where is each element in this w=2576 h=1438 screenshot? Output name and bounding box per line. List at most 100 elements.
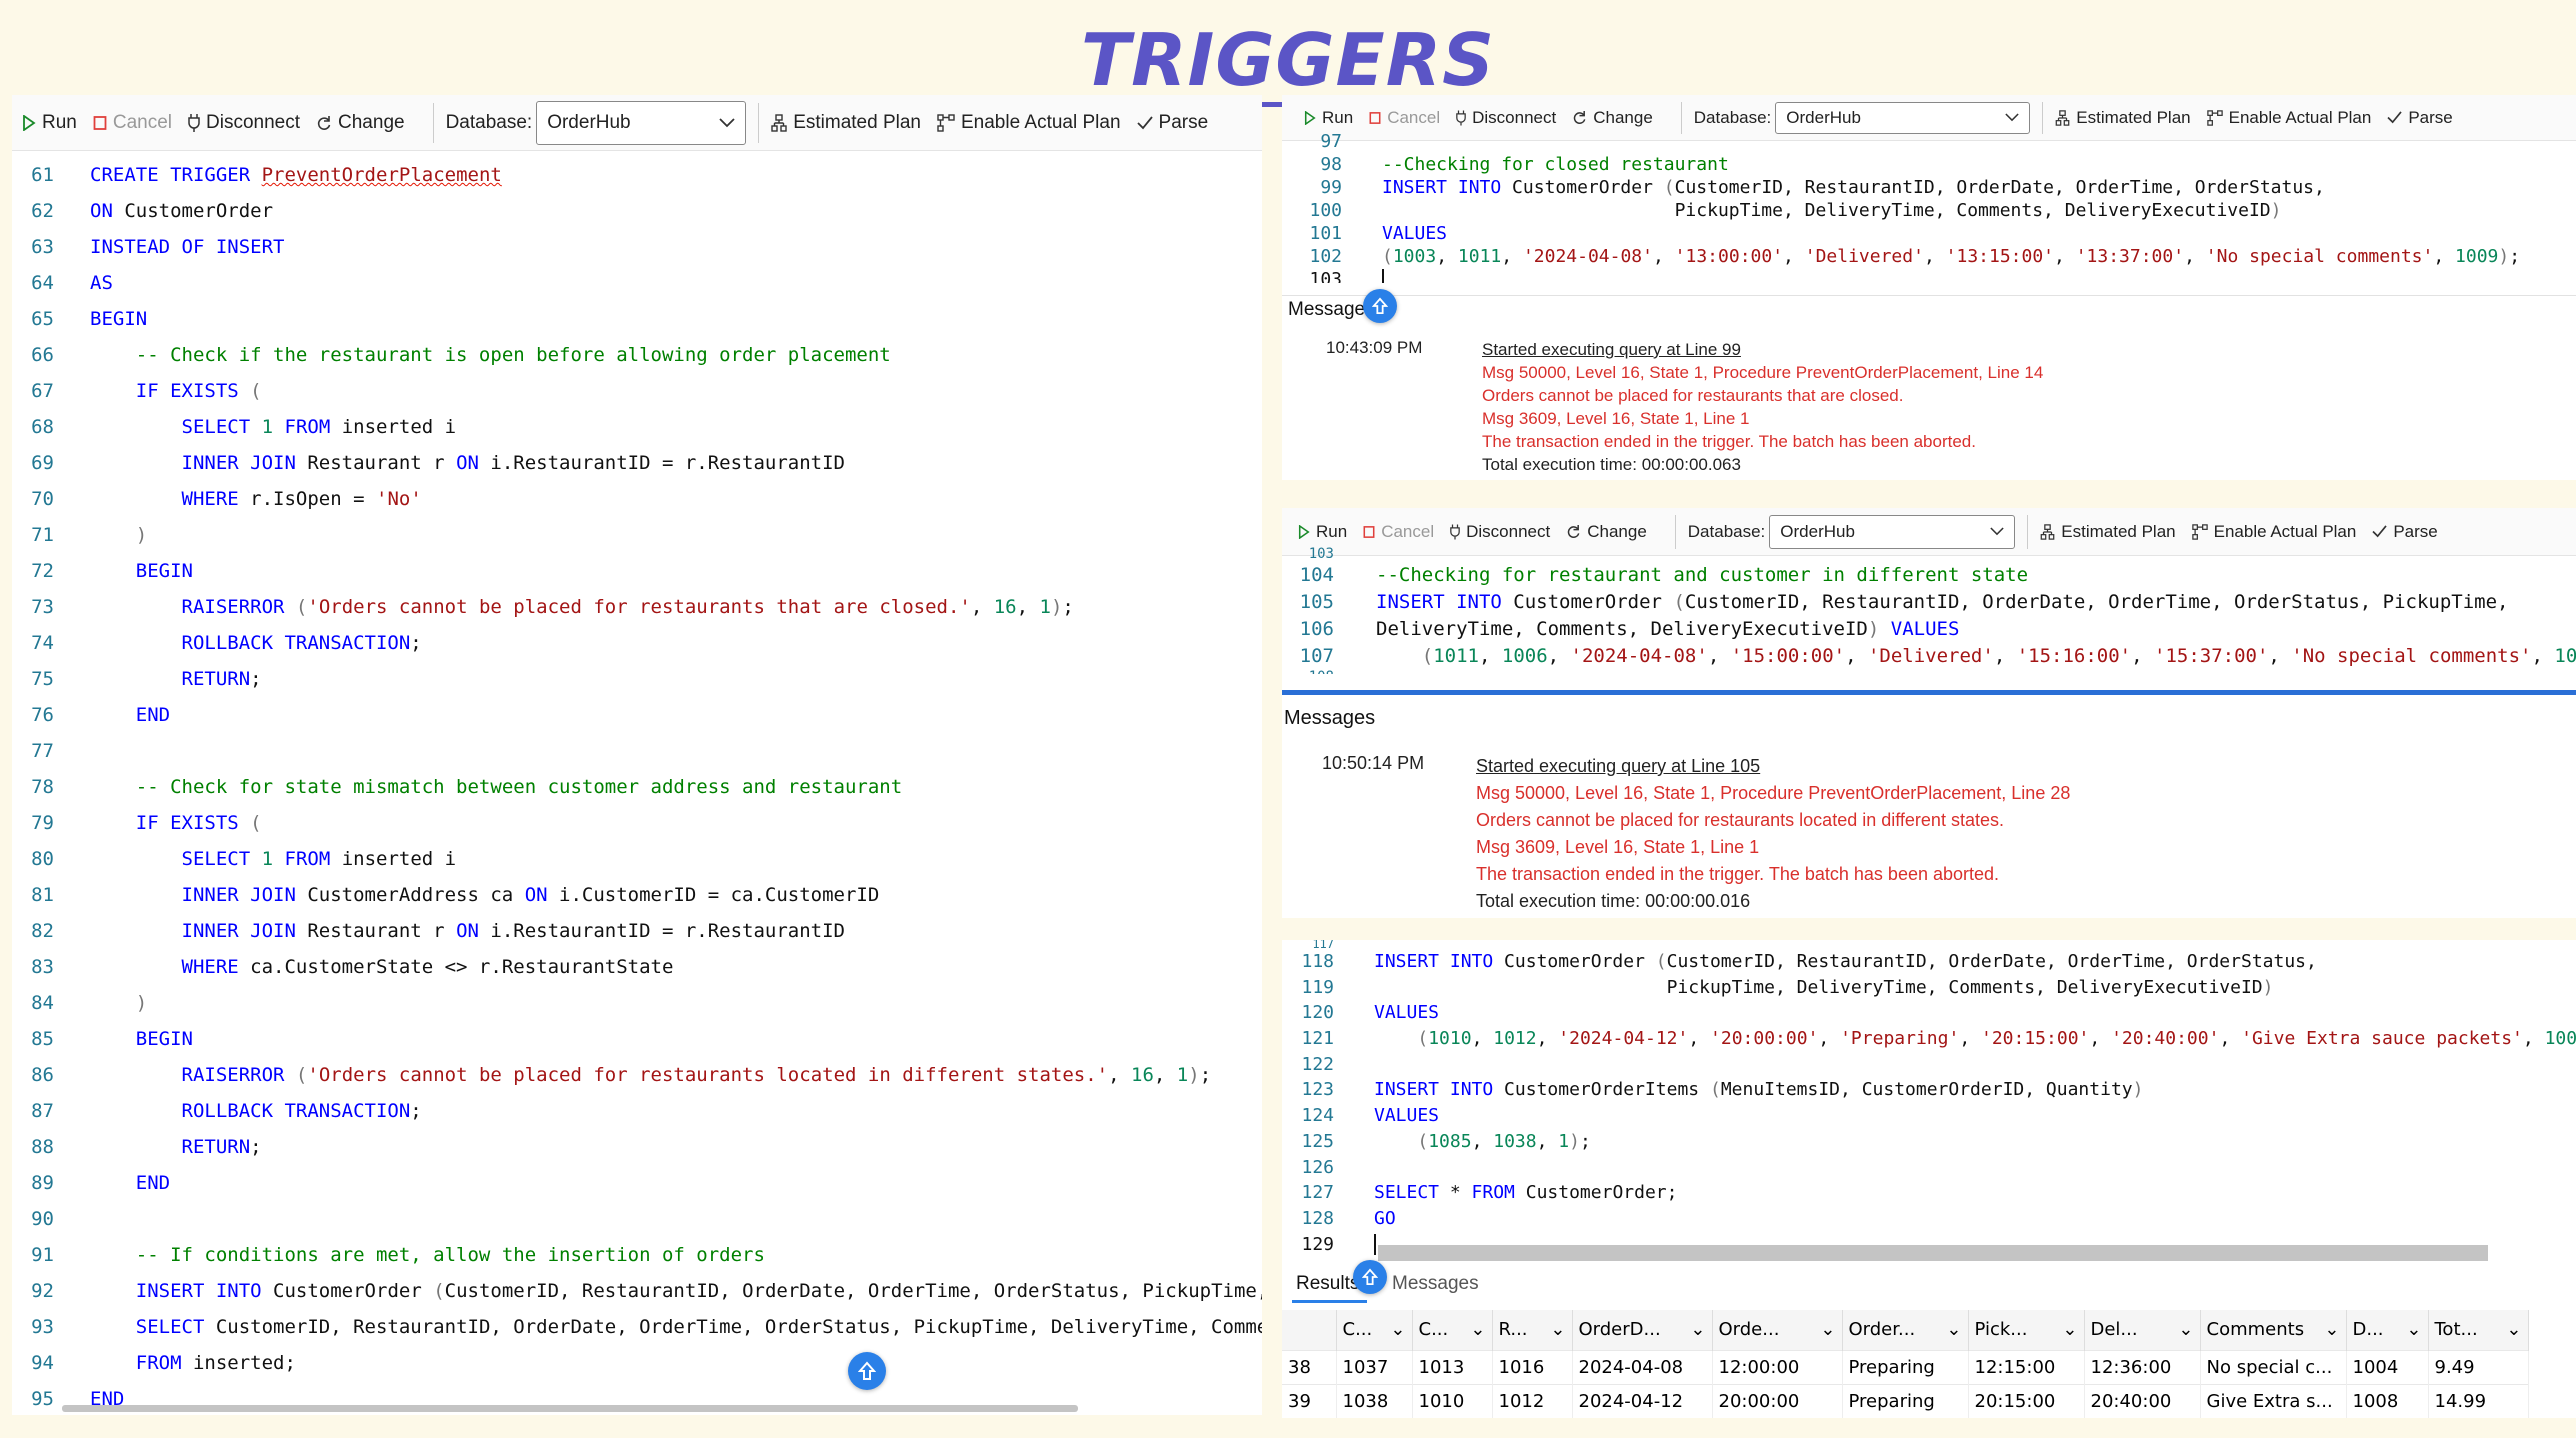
table-cell[interactable]: 1008: [2346, 1384, 2429, 1418]
arrow-up-icon: [1372, 297, 1388, 314]
table-cell[interactable]: 2024-04-12: [1572, 1384, 1713, 1418]
messages-tab[interactable]: Messages: [1392, 1273, 1479, 1295]
chevron-down-icon[interactable]: ⌄: [2178, 1319, 2193, 1340]
chevron-down-icon[interactable]: ⌄: [1390, 1319, 1405, 1340]
column-header[interactable]: Order... ⌄: [1842, 1310, 1969, 1350]
estimated-plan-button[interactable]: Estimated Plan: [2040, 522, 2176, 542]
table-cell[interactable]: 12:00:00: [1712, 1350, 1843, 1384]
table-row[interactable]: 39 1038 1010 1012 2024-04-12 20:00:00 Pr…: [1282, 1384, 2529, 1418]
results-grid[interactable]: C... ⌄ C... ⌄ R... ⌄ OrderD... ⌄ Orde... ⌄ Or…: [1282, 1310, 2576, 1418]
run-button[interactable]: Run: [1304, 108, 1353, 128]
database-select[interactable]: OrderHub: [1769, 514, 2016, 549]
database-select[interactable]: OrderHub: [1775, 101, 2031, 134]
code-line: 125 (1085, 1038, 1);: [1301, 1130, 1591, 1152]
chevron-down-icon[interactable]: ⌄: [2324, 1319, 2339, 1340]
estimated-plan-button[interactable]: Estimated Plan: [771, 112, 921, 134]
scroll-to-top-button[interactable]: [1363, 289, 1397, 323]
cancel-button[interactable]: Cancel: [93, 112, 172, 134]
table-cell[interactable]: 20:00:00: [1712, 1384, 1843, 1418]
column-header[interactable]: Del... ⌄: [2084, 1310, 2201, 1350]
chevron-down-icon[interactable]: ⌄: [2406, 1319, 2421, 1340]
table-cell[interactable]: 1038: [1336, 1384, 1413, 1418]
chevron-down-icon[interactable]: ⌄: [1820, 1319, 1835, 1340]
parse-button[interactable]: Parse: [2372, 522, 2438, 542]
right-code-editor-2[interactable]: 103 104 --Checking for restaurant and cus…: [1282, 546, 2576, 674]
column-header[interactable]: Pick... ⌄: [1968, 1310, 2085, 1350]
column-header[interactable]: C... ⌄: [1412, 1310, 1493, 1350]
table-cell[interactable]: 12:15:00: [1968, 1350, 2085, 1384]
change-connection-button[interactable]: Change: [316, 112, 405, 134]
table-cell[interactable]: 14.99: [2428, 1384, 2529, 1418]
scroll-to-top-button[interactable]: [1353, 1260, 1387, 1294]
table-cell[interactable]: 1016: [1492, 1350, 1573, 1384]
table-cell[interactable]: 1004: [2346, 1350, 2429, 1384]
right-code-editor-1[interactable]: 97 98 --Checking for closed restaurant 99…: [1282, 131, 2576, 283]
table-cell[interactable]: 1013: [1412, 1350, 1493, 1384]
change-connection-button[interactable]: Change: [1566, 522, 1647, 542]
left-code-editor[interactable]: 61 CREATE TRIGGER PreventOrderPlacement 6…: [12, 151, 1262, 1415]
message-error-line: The transaction ended in the trigger. Th…: [1476, 864, 2000, 884]
enable-actual-plan-button[interactable]: Enable Actual Plan: [937, 112, 1121, 134]
table-cell[interactable]: Preparing: [1842, 1384, 1969, 1418]
code-line: 97: [1320, 131, 1342, 152]
change-connection-button[interactable]: Change: [1572, 108, 1653, 128]
results-tab[interactable]: Results: [1296, 1273, 1359, 1295]
table-row[interactable]: 38 1037 1013 1016 2024-04-08 12:00:00 Pr…: [1282, 1350, 2529, 1384]
messages-tab[interactable]: Messages: [1284, 707, 1375, 730]
code-line: 83 WHERE ca.CustomerState <> r.Restauran…: [31, 956, 674, 978]
cancel-button[interactable]: Cancel: [1363, 522, 1434, 542]
code-line: 122: [1301, 1053, 1334, 1075]
plan-icon: [771, 113, 787, 132]
database-select[interactable]: OrderHub: [536, 100, 747, 145]
column-header[interactable]: Tot... ⌄: [2428, 1310, 2529, 1350]
right-code-editor-3[interactable]: 117 118 INSERT INTO CustomerOrder (Custom…: [1282, 940, 2576, 1258]
table-cell[interactable]: 20:40:00: [2084, 1384, 2201, 1418]
table-cell[interactable]: 1010: [1412, 1384, 1493, 1418]
enable-actual-plan-button[interactable]: Enable Actual Plan: [2191, 522, 2356, 542]
horizontal-scrollbar[interactable]: [62, 1405, 1078, 1412]
column-header[interactable]: C... ⌄: [1336, 1310, 1413, 1350]
plug-icon: [1450, 524, 1460, 539]
messages-tab[interactable]: Messages: [1288, 299, 1375, 321]
message-query-link[interactable]: Started executing query at Line 99: [1482, 338, 2043, 361]
table-cell[interactable]: 9.49: [2428, 1350, 2529, 1384]
chevron-down-icon[interactable]: ⌄: [1550, 1319, 1565, 1340]
play-icon: [1304, 110, 1316, 125]
disconnect-button[interactable]: Disconnect: [188, 112, 300, 134]
chevron-down-icon[interactable]: ⌄: [2506, 1319, 2521, 1340]
horizontal-scrollbar[interactable]: [1378, 1245, 2488, 1261]
message-query-link[interactable]: Started executing query at Line 105: [1476, 753, 2070, 780]
disconnect-button[interactable]: Disconnect: [1456, 108, 1556, 128]
run-button[interactable]: Run: [22, 112, 77, 134]
chevron-down-icon[interactable]: ⌄: [1946, 1319, 1961, 1340]
actual-plan-icon: [2206, 109, 2223, 126]
run-button[interactable]: Run: [1298, 522, 1347, 542]
code-line: 72 BEGIN: [31, 560, 193, 582]
code-line: 92 INSERT INTO CustomerOrder (CustomerID…: [31, 1280, 1262, 1302]
column-header[interactable]: D... ⌄: [2346, 1310, 2429, 1350]
column-header[interactable]: Comments ⌄: [2200, 1310, 2347, 1350]
parse-button[interactable]: Parse: [1136, 112, 1208, 134]
row-number: 38: [1282, 1350, 1337, 1384]
table-cell[interactable]: No special c...: [2200, 1350, 2347, 1384]
table-cell[interactable]: 20:15:00: [1968, 1384, 2085, 1418]
table-cell[interactable]: 1037: [1336, 1350, 1413, 1384]
parse-button[interactable]: Parse: [2387, 108, 2453, 128]
column-header[interactable]: R... ⌄: [1492, 1310, 1573, 1350]
code-line: 76 END: [31, 704, 171, 726]
disconnect-button[interactable]: Disconnect: [1450, 522, 1550, 542]
enable-actual-plan-button[interactable]: Enable Actual Plan: [2206, 108, 2371, 128]
chevron-down-icon[interactable]: ⌄: [2062, 1319, 2077, 1340]
column-header[interactable]: Orde... ⌄: [1712, 1310, 1843, 1350]
chevron-down-icon[interactable]: ⌄: [1690, 1319, 1705, 1340]
column-header[interactable]: OrderD... ⌄: [1572, 1310, 1713, 1350]
chevron-down-icon[interactable]: ⌄: [1470, 1319, 1485, 1340]
table-cell[interactable]: 2024-04-08: [1572, 1350, 1713, 1384]
table-cell[interactable]: Give Extra s...: [2200, 1384, 2347, 1418]
table-cell[interactable]: Preparing: [1842, 1350, 1969, 1384]
cancel-button[interactable]: Cancel: [1369, 108, 1440, 128]
table-cell[interactable]: 1012: [1492, 1384, 1573, 1418]
scroll-to-top-button[interactable]: [848, 1352, 886, 1390]
estimated-plan-button[interactable]: Estimated Plan: [2055, 108, 2191, 128]
table-cell[interactable]: 12:36:00: [2084, 1350, 2201, 1384]
